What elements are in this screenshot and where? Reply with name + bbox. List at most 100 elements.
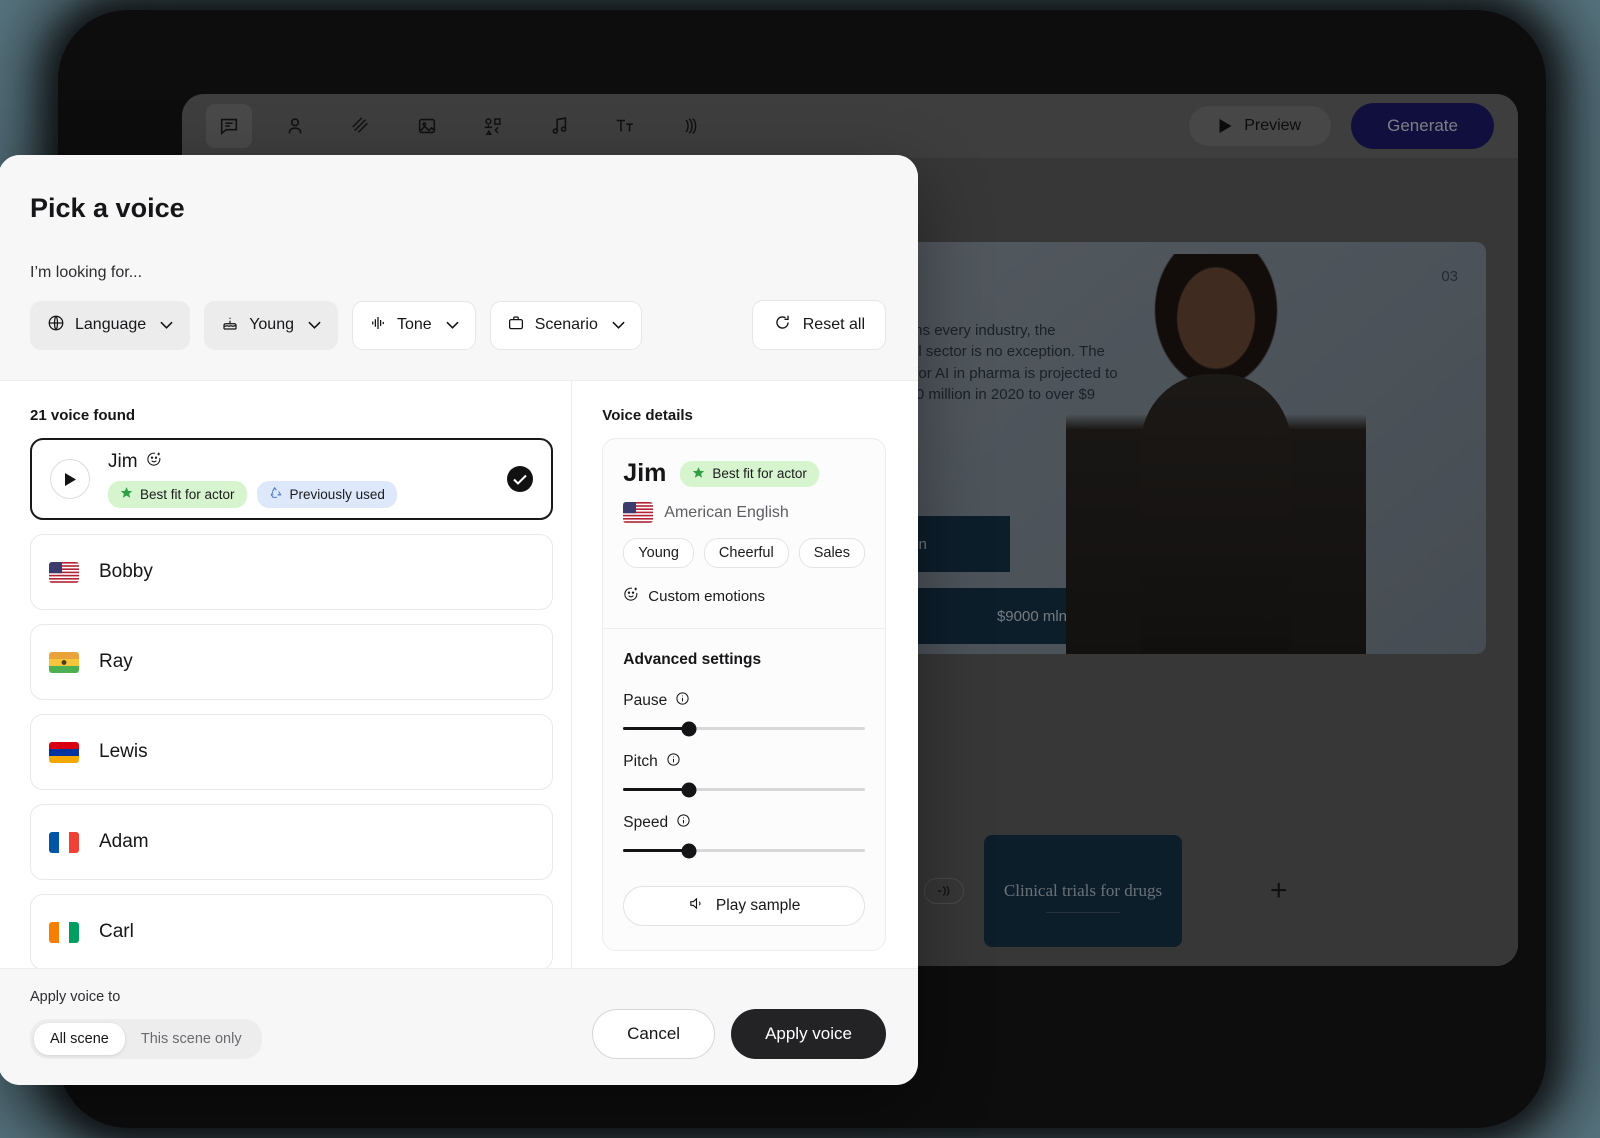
slider-group-speed: Speed bbox=[623, 813, 865, 858]
flag-fr-icon bbox=[49, 831, 79, 853]
chevron-down-icon bbox=[308, 316, 321, 334]
pitch-label-row: Pitch bbox=[623, 752, 865, 772]
flag-us-icon bbox=[49, 561, 79, 583]
voice-name: Jim bbox=[108, 450, 138, 472]
play-voice-icon[interactable] bbox=[50, 459, 90, 499]
pitch-slider-thumb[interactable] bbox=[681, 782, 697, 797]
music-icon[interactable] bbox=[536, 104, 582, 148]
generate-button[interactable]: Generate bbox=[1351, 103, 1494, 149]
selected-check-icon bbox=[507, 466, 534, 492]
filter-age[interactable]: Young bbox=[204, 300, 338, 350]
recycle-icon bbox=[269, 486, 283, 503]
speed-slider-fill bbox=[623, 849, 689, 852]
voice-details-name-row: Jim Best fit for actor bbox=[623, 459, 865, 488]
generate-label: Generate bbox=[1387, 116, 1458, 135]
filter-scenario[interactable]: Scenario bbox=[489, 300, 642, 350]
pause-slider[interactable] bbox=[623, 721, 865, 736]
voice-traits: Young Cheerful Sales bbox=[623, 538, 865, 568]
voice-list[interactable]: Jim Best fit for actor Previously used B… bbox=[30, 438, 571, 968]
add-scene-button[interactable]: + bbox=[1270, 876, 1288, 906]
tag-best-fit-label: Best fit for actor bbox=[140, 486, 235, 502]
filter-language-label: Language bbox=[75, 316, 147, 333]
trait-chip: Young bbox=[623, 538, 694, 568]
speed-label: Speed bbox=[623, 814, 669, 831]
voice-name: Carl bbox=[99, 921, 134, 942]
voice-row-lewis[interactable]: Lewis bbox=[30, 714, 554, 790]
briefcase-icon bbox=[507, 314, 525, 337]
voice-info: Jim Best fit for actor Previously used bbox=[108, 451, 507, 508]
filter-scenario-label: Scenario bbox=[534, 316, 598, 333]
pitch-slider[interactable] bbox=[623, 782, 865, 797]
reset-icon bbox=[773, 313, 792, 337]
voice-details-summary: Jim Best fit for actor American English … bbox=[603, 439, 885, 629]
layout-icon[interactable] bbox=[470, 104, 516, 148]
scene-thumbnail-next[interactable]: Clinical trials for drugs bbox=[984, 835, 1182, 947]
globe-icon bbox=[47, 314, 65, 337]
tag-best-fit: Best fit for actor bbox=[108, 480, 247, 508]
play-sample-label: Play sample bbox=[715, 897, 801, 914]
effects-icon[interactable] bbox=[668, 104, 714, 148]
voice-details-heading: Voice details bbox=[602, 407, 693, 424]
text-icon[interactable] bbox=[602, 104, 648, 148]
voice-row-ray[interactable]: Ray bbox=[30, 624, 554, 700]
scene-scope-toggle[interactable]: All scene This scene only bbox=[30, 1019, 262, 1059]
voice-row-carl[interactable]: Carl bbox=[30, 894, 554, 968]
filter-age-label: Young bbox=[249, 316, 294, 333]
info-icon[interactable] bbox=[666, 752, 681, 772]
chevron-down-icon bbox=[160, 316, 173, 334]
voice-row-selected[interactable]: Jim Best fit for actor Previously used bbox=[30, 438, 554, 520]
voice-row-bobby[interactable]: Bobby bbox=[30, 534, 554, 610]
tag-previously-used-label: Previously used bbox=[289, 486, 385, 502]
voice-details-name: Jim bbox=[623, 459, 667, 487]
transition-icon[interactable] bbox=[924, 878, 964, 904]
pause-slider-fill bbox=[623, 727, 689, 730]
voice-name: Adam bbox=[99, 831, 149, 852]
voice-list-pane: 21 voice found Jim Best fit for actor Pr… bbox=[0, 381, 573, 968]
voice-row-adam[interactable]: Adam bbox=[30, 804, 554, 880]
presenter-avatar bbox=[1066, 254, 1366, 654]
voice-language-label: American English bbox=[664, 503, 789, 521]
slider-group-pitch: Pitch bbox=[623, 752, 865, 797]
advanced-settings-section: Advanced settings Pause Pitch Speed Play… bbox=[603, 629, 885, 950]
preview-label: Preview bbox=[1244, 117, 1302, 134]
pause-slider-thumb[interactable] bbox=[681, 721, 697, 736]
voice-name-row: Jim bbox=[108, 451, 507, 473]
waveform-icon bbox=[369, 314, 387, 337]
play-sample-button[interactable]: Play sample bbox=[623, 886, 865, 926]
status-badge-label: Best fit for actor bbox=[712, 466, 807, 481]
voice-name: Ray bbox=[99, 651, 133, 672]
speed-label-row: Speed bbox=[623, 813, 865, 833]
flag-us-icon bbox=[623, 502, 654, 523]
avatar-icon[interactable] bbox=[272, 104, 318, 148]
reset-all-label: Reset all bbox=[802, 316, 865, 333]
speed-slider[interactable] bbox=[623, 843, 865, 858]
reset-all-button[interactable]: Reset all bbox=[751, 300, 886, 350]
star-icon bbox=[120, 486, 133, 502]
cake-icon bbox=[221, 314, 239, 337]
toggle-this-scene-only[interactable]: This scene only bbox=[125, 1023, 258, 1055]
toggle-all-scene[interactable]: All scene bbox=[34, 1023, 125, 1055]
speed-slider-thumb[interactable] bbox=[681, 843, 697, 858]
image-icon[interactable] bbox=[404, 104, 450, 148]
background-icon[interactable] bbox=[338, 104, 384, 148]
custom-emotions-label: Custom emotions bbox=[648, 587, 766, 605]
scene-next-title: Clinical trials for drugs bbox=[1003, 881, 1163, 900]
flag-ci-icon bbox=[49, 921, 79, 943]
pick-a-voice-modal: Pick a voice I’m looking for... Language… bbox=[0, 155, 918, 1085]
speaker-icon bbox=[688, 895, 705, 917]
modal-footer: Apply voice to All scene This scene only… bbox=[0, 968, 918, 1085]
info-icon[interactable] bbox=[676, 813, 691, 833]
script-icon[interactable] bbox=[206, 104, 252, 148]
cancel-button[interactable]: Cancel bbox=[592, 1009, 716, 1059]
preview-button[interactable]: Preview bbox=[1189, 106, 1332, 146]
filter-language[interactable]: Language bbox=[30, 300, 191, 350]
custom-emotions-icon bbox=[623, 586, 639, 606]
voice-count-label: 21 voice found bbox=[30, 407, 136, 424]
filter-tone[interactable]: Tone bbox=[351, 300, 476, 350]
info-icon[interactable] bbox=[675, 691, 690, 711]
voice-name: Lewis bbox=[99, 741, 148, 762]
apply-voice-button[interactable]: Apply voice bbox=[731, 1009, 886, 1059]
pitch-slider-fill bbox=[623, 788, 689, 791]
status-badge: Best fit for actor bbox=[680, 460, 819, 487]
pitch-label: Pitch bbox=[623, 753, 658, 770]
